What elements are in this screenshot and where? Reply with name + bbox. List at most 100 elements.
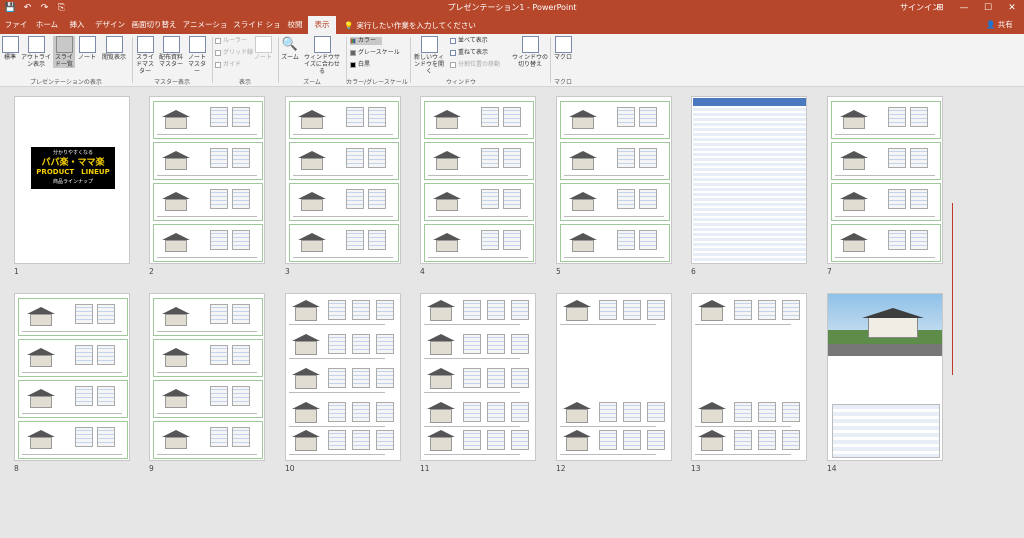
floor-plan: [376, 334, 394, 354]
caption-line: [22, 331, 122, 332]
tell-me-search[interactable]: 💡 実行したい作業を入力してください: [344, 20, 476, 31]
slide-number: 10: [285, 464, 295, 473]
floor-plan-row: [831, 224, 941, 262]
caption-line: [564, 175, 664, 176]
guides-checkbox[interactable]: ガイド: [215, 61, 241, 69]
notes-master-button[interactable]: ノートマスター: [186, 36, 208, 75]
slide-thumbnail-11[interactable]: [420, 293, 536, 461]
color-label: カラー: [358, 37, 377, 44]
spec-table: [832, 404, 940, 458]
color-swatch-icon: [350, 38, 356, 44]
slide-thumbnail-1[interactable]: 分かりやすくなる パパ楽・ママ楽 PRODUCT LINEUP 商品ラインナップ: [14, 96, 130, 264]
reading-view-button[interactable]: 閲覧表示: [99, 36, 129, 61]
house-rendering: [165, 117, 187, 129]
grayscale-option[interactable]: グレースケール: [350, 49, 400, 57]
floor-plan: [210, 107, 228, 127]
spec-table: [693, 98, 806, 263]
house-rendering: [30, 396, 52, 408]
slide-thumbnail-2[interactable]: [149, 96, 265, 264]
close-button[interactable]: ✕: [1000, 0, 1024, 16]
slide-thumbnail-9[interactable]: [149, 293, 265, 461]
tab-design[interactable]: デザイン: [92, 16, 128, 34]
floor-plan: [232, 230, 250, 250]
notes-toggle-button[interactable]: ノート: [254, 36, 272, 61]
house-roof-icon: [569, 110, 597, 117]
arrange-all-button[interactable]: 並べて表示: [450, 37, 488, 45]
floor-plan: [599, 402, 617, 422]
caption-line: [157, 331, 257, 332]
house-roof-icon: [433, 110, 461, 117]
floor-plan: [232, 386, 250, 406]
tab-slideshow[interactable]: スライド ショー: [232, 16, 282, 47]
tab-transitions[interactable]: 画面切り替え: [130, 16, 178, 34]
gridlines-checkbox[interactable]: グリッド線: [215, 49, 253, 57]
handout-master-button[interactable]: 配布資料マスター: [158, 36, 184, 68]
tab-view[interactable]: 表示: [308, 16, 336, 34]
switch-windows-button[interactable]: ウィンドウの切り替え: [512, 36, 548, 68]
floor-plan: [376, 300, 394, 320]
zoom-label: ズーム: [281, 54, 299, 61]
slide-master-label: スライドマスター: [135, 54, 154, 75]
share-button[interactable]: 👤 共有: [986, 19, 1013, 30]
tab-file[interactable]: ファイル: [2, 16, 30, 47]
lightbulb-icon: 💡: [344, 21, 354, 30]
minimize-button[interactable]: —: [952, 0, 976, 16]
fit-to-window-button[interactable]: ウィンドウサイズに合わせる: [302, 36, 342, 75]
caption-line: [157, 372, 257, 373]
house-rendering: [430, 375, 452, 389]
slide-thumbnail-5[interactable]: [556, 96, 672, 264]
floor-plan: [232, 148, 250, 168]
maximize-button[interactable]: ☐: [976, 0, 1000, 16]
floor-plan: [487, 300, 505, 320]
group-label-macros: マクロ: [553, 79, 572, 86]
floor-plan-row: [18, 421, 128, 459]
slide-thumbnail-14[interactable]: [827, 293, 943, 461]
slide-sorter-button[interactable]: スライド一覧: [53, 36, 75, 68]
slide-thumbnail-4[interactable]: [420, 96, 536, 264]
cascade-button[interactable]: 重ねて表示: [450, 49, 488, 57]
switch-windows-icon: [521, 36, 539, 53]
floor-plan: [328, 430, 346, 450]
slide-sorter-label: スライド一覧: [54, 54, 73, 68]
house-rendering: [430, 341, 452, 355]
house-rendering: [436, 117, 458, 129]
slide-thumbnail-10[interactable]: [285, 293, 401, 461]
slide-thumbnail-7[interactable]: [827, 96, 943, 264]
ruler-checkbox[interactable]: ルーラー: [215, 37, 247, 45]
notes-page-button[interactable]: ノート: [77, 36, 97, 61]
house-rendering: [295, 437, 317, 451]
move-split-button[interactable]: 分割位置の移動: [450, 61, 500, 69]
house-rendering: [566, 307, 588, 321]
slide-thumbnail-8[interactable]: [14, 293, 130, 461]
slide-master-button[interactable]: スライドマスター: [134, 36, 156, 75]
slide-thumbnail-6[interactable]: [691, 96, 807, 264]
macros-button[interactable]: マクロ: [552, 36, 574, 61]
ribbon-separator: [550, 37, 551, 83]
floor-plan: [782, 402, 800, 422]
black-white-option[interactable]: 白黒: [350, 61, 370, 69]
floor-plan: [463, 430, 481, 450]
normal-view-button[interactable]: 標準: [2, 36, 19, 61]
color-option[interactable]: カラー: [350, 37, 383, 45]
slide-thumbnail-12[interactable]: [556, 293, 672, 461]
house-rendering: [430, 409, 452, 423]
zoom-button[interactable]: 🔍 ズーム: [280, 36, 300, 61]
guides-label: ガイド: [223, 61, 242, 68]
cover-line-4: 商品ラインナップ: [52, 179, 93, 185]
slide-thumbnail-13[interactable]: [691, 293, 807, 461]
floor-plan-row: [289, 183, 399, 221]
new-window-button[interactable]: 新しいウィンドウを開く: [412, 36, 446, 75]
tab-animations[interactable]: アニメーション: [180, 16, 230, 47]
slide-thumbnail-3[interactable]: [285, 96, 401, 264]
floor-plan: [210, 345, 228, 365]
ribbon-display-options-icon[interactable]: ⊞: [928, 0, 952, 16]
outline-view-button[interactable]: アウトライン表示: [21, 36, 51, 68]
tab-review[interactable]: 校閲: [284, 16, 306, 34]
house-roof-icon: [162, 307, 190, 314]
floor-plan: [463, 300, 481, 320]
floor-plan-row: [831, 183, 941, 221]
tab-home[interactable]: ホーム: [32, 16, 62, 34]
group-label-zoom: ズーム: [303, 79, 321, 86]
tab-insert[interactable]: 挿入: [64, 16, 90, 34]
house-roof-icon: [563, 402, 591, 409]
